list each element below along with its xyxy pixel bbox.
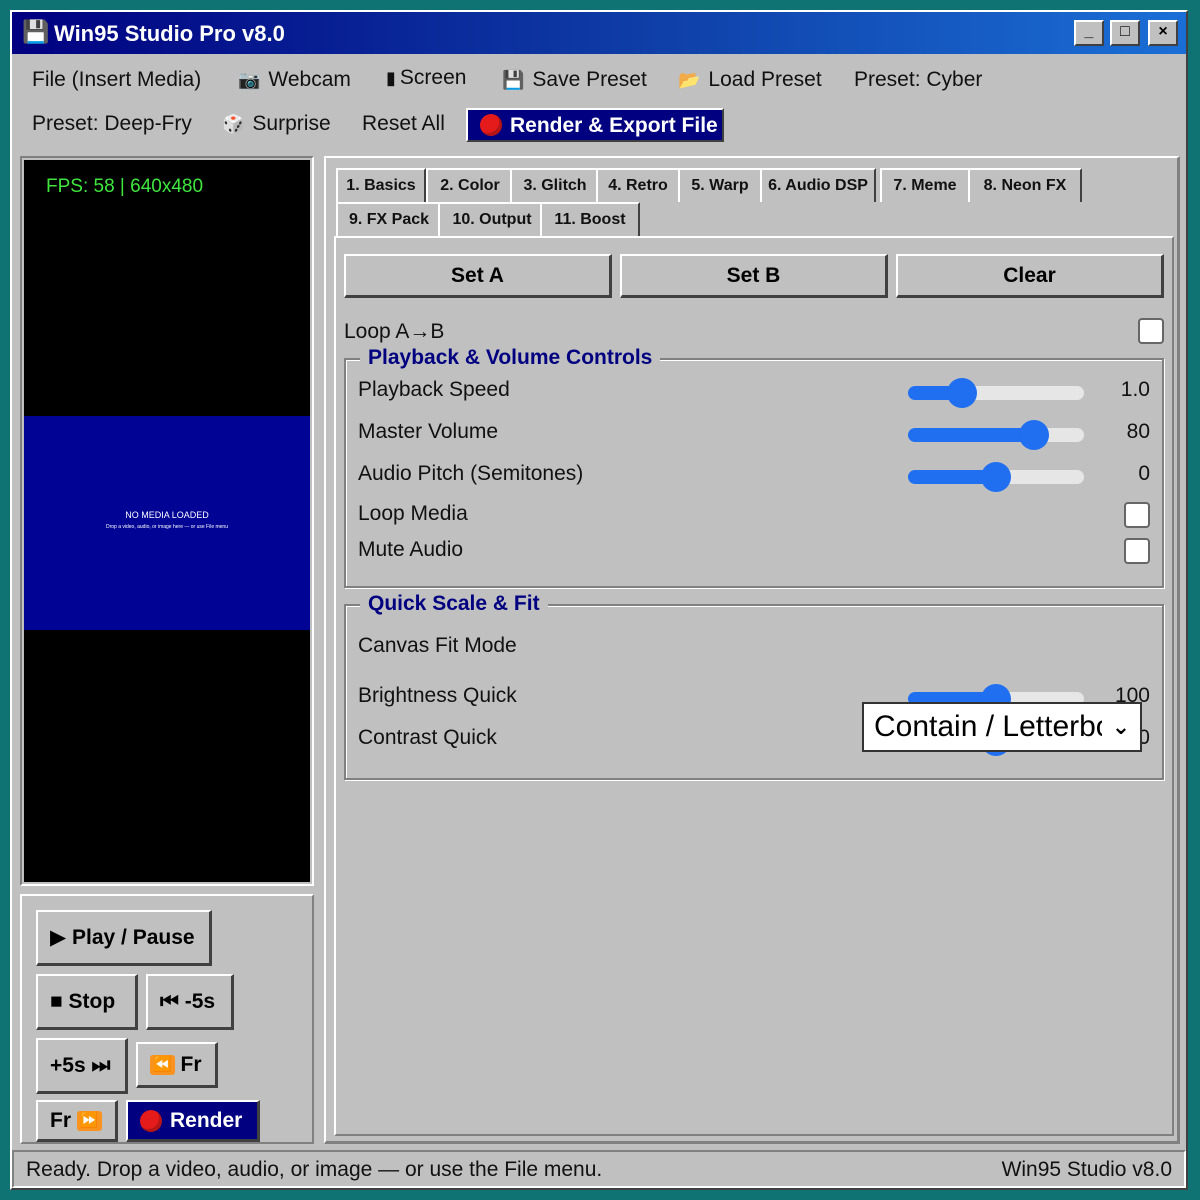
frame-back-button[interactable]: ⏪ Fr	[136, 1042, 218, 1088]
status-text: Ready. Drop a video, audio, or image — o…	[26, 1158, 603, 1181]
menu-save-preset-label: Save Preset	[532, 68, 647, 91]
dice-icon: 🎲	[222, 114, 245, 134]
slider-thumb[interactable]	[947, 378, 978, 408]
slider-thumb[interactable]	[981, 462, 1011, 492]
preview-frame: FPS: 58 | 640x480 NO MEDIA LOADED Drop a…	[20, 156, 314, 886]
seek-back-5s-button[interactable]: ⏮ -5s	[146, 974, 234, 1030]
fps-readout: FPS: 58 | 640x480	[46, 176, 204, 197]
play-pause-button[interactable]: ▶ Play / Pause	[36, 910, 212, 966]
master-volume-label: Master Volume	[358, 420, 499, 443]
record-icon	[140, 1109, 162, 1132]
fast-forward-icon: ⏩	[76, 1110, 102, 1131]
tab-8[interactable]: 8. Neon FX	[968, 168, 1082, 202]
tab-9[interactable]: 9. FX Pack	[336, 202, 442, 236]
status-version: Win95 Studio v8.0	[1001, 1158, 1172, 1181]
frame-forward-button[interactable]: Fr ⏩	[36, 1100, 118, 1142]
render-label: Render	[170, 1108, 243, 1132]
no-media-placeholder: NO MEDIA LOADED Drop a video, audio, or …	[24, 416, 310, 630]
menu-save-preset[interactable]: 💾 Save Preset	[502, 68, 647, 92]
loop-media-label: Loop Media	[358, 502, 468, 525]
window-title: Win95 Studio Pro v8.0	[54, 21, 285, 46]
title-bar[interactable]: 💾 Win95 Studio Pro v8.0 _ □ ×	[12, 12, 1186, 54]
menu-file-label: File (Insert Media)	[32, 68, 202, 91]
stop-button[interactable]: ■ Stop	[36, 974, 138, 1030]
tab-7[interactable]: 7. Meme	[880, 168, 970, 202]
menu-webcam-label: Webcam	[268, 68, 351, 91]
quick-scale-group: Quick Scale & Fit Canvas Fit Mode Bright…	[344, 592, 1164, 780]
playback-group-legend: Playback & Volume Controls	[360, 346, 661, 370]
loop-media-checkbox[interactable]	[1124, 502, 1150, 528]
master-volume-value: 80	[1126, 420, 1150, 443]
set-b-button[interactable]: Set B	[620, 254, 888, 298]
tab-5[interactable]: 5. Warp	[678, 168, 762, 202]
menu-preset-cyber[interactable]: Preset: Cyber	[854, 68, 982, 92]
record-icon	[480, 114, 502, 136]
tab-6[interactable]: 6. Audio DSP	[760, 168, 876, 202]
mute-audio-checkbox[interactable]	[1124, 538, 1150, 564]
close-button[interactable]: ×	[1148, 20, 1178, 46]
brightness-quick-label: Brightness Quick	[358, 684, 517, 707]
transport-panel: ▶ Play / Pause ■ Stop ⏮ -5s +5s ⏭ ⏪ Fr F…	[20, 894, 314, 1144]
app-window: 💾 Win95 Studio Pro v8.0 _ □ × File (Inse…	[10, 10, 1188, 1190]
tab-3[interactable]: 3. Glitch	[510, 168, 600, 202]
menu-preset-deepfry[interactable]: Preset: Deep-Fry	[32, 112, 192, 136]
frame-back-label: Fr	[180, 1052, 202, 1076]
playback-speed-label: Playback Speed	[358, 378, 510, 401]
menu-reset-all[interactable]: Reset All	[362, 112, 445, 136]
menu-surprise-label: Surprise	[252, 112, 331, 135]
tab-2[interactable]: 2. Color	[426, 168, 514, 202]
settings-panel: 1. Basics 2. Color 3. Glitch 4. Retro 5. War…	[324, 156, 1180, 1144]
tab-4[interactable]: 4. Retro	[596, 168, 680, 202]
scale-group-legend: Quick Scale & Fit	[360, 592, 548, 616]
maximize-button[interactable]: □	[1110, 20, 1140, 46]
status-bar: Ready. Drop a video, audio, or image — o…	[12, 1150, 1186, 1188]
playback-speed-slider[interactable]	[908, 378, 1084, 408]
no-media-subtitle: Drop a video, audio, or image here — or …	[105, 524, 228, 530]
frame-forward-label: Fr	[50, 1108, 71, 1132]
camera-icon: 📷	[238, 70, 261, 90]
folder-open-icon: 📂	[678, 70, 701, 90]
rewind-icon: ⏪	[150, 1054, 175, 1075]
menu-screen[interactable]: ▮ Screen	[386, 66, 466, 90]
audio-pitch-value: 0	[1138, 462, 1150, 485]
loop-ab-label: Loop A→B	[344, 320, 445, 343]
mute-audio-label: Mute Audio	[358, 538, 464, 561]
canvas-fit-label: Canvas Fit Mode	[358, 634, 517, 657]
tab-content-basics: Set A Set B Clear Loop A→B Playback & Vo…	[334, 236, 1174, 1136]
chevron-down-icon: ⌄	[1102, 704, 1140, 750]
no-media-title: NO MEDIA LOADED	[125, 510, 209, 520]
screen-icon: ▮	[386, 68, 396, 88]
tab-11[interactable]: 11. Boost	[540, 202, 640, 236]
seek-forward-5s-button[interactable]: +5s ⏭	[36, 1038, 128, 1094]
audio-pitch-label: Audio Pitch (Semitones)	[358, 462, 584, 485]
minimize-button[interactable]: _	[1074, 20, 1104, 46]
tab-1[interactable]: 1. Basics	[336, 168, 426, 202]
menu-webcam[interactable]: 📷 Webcam	[238, 68, 351, 92]
menu-load-preset[interactable]: 📂 Load Preset	[678, 68, 822, 92]
preview-canvas[interactable]: FPS: 58 | 640x480 NO MEDIA LOADED Drop a…	[24, 160, 310, 882]
loop-ab-checkbox[interactable]	[1138, 318, 1164, 344]
menu-render-export-button[interactable]: Render & Export File	[466, 108, 724, 142]
render-button[interactable]: Render	[126, 1100, 260, 1142]
menu-screen-label: Screen	[399, 66, 467, 89]
playback-volume-group: Playback & Volume Controls Playback Spee…	[344, 346, 1164, 588]
floppy-save-icon: 💾	[502, 70, 525, 90]
audio-pitch-slider[interactable]	[908, 462, 1084, 492]
menu-load-preset-label: Load Preset	[708, 68, 822, 91]
floppy-disk-icon: 💾	[22, 19, 50, 44]
menu-file[interactable]: File (Insert Media)	[32, 68, 201, 92]
tab-10[interactable]: 10. Output	[438, 202, 546, 236]
slider-thumb[interactable]	[1018, 420, 1049, 450]
contrast-quick-label: Contrast Quick	[358, 726, 497, 749]
canvas-fit-select[interactable]: Contain / Letterbox ⌄	[862, 702, 1142, 752]
menu-bar: File (Insert Media) 📷 Webcam ▮ Screen 💾 Sav…	[12, 58, 1186, 146]
playback-speed-value: 1.0	[1120, 378, 1150, 401]
set-a-button[interactable]: Set A	[344, 254, 612, 298]
menu-render-export-label: Render & Export File	[510, 114, 718, 137]
canvas-fit-selected: Contain / Letterbox	[874, 710, 1128, 743]
clear-button[interactable]: Clear	[896, 254, 1164, 298]
master-volume-slider[interactable]	[908, 420, 1084, 450]
menu-surprise[interactable]: 🎲 Surprise	[222, 112, 331, 136]
